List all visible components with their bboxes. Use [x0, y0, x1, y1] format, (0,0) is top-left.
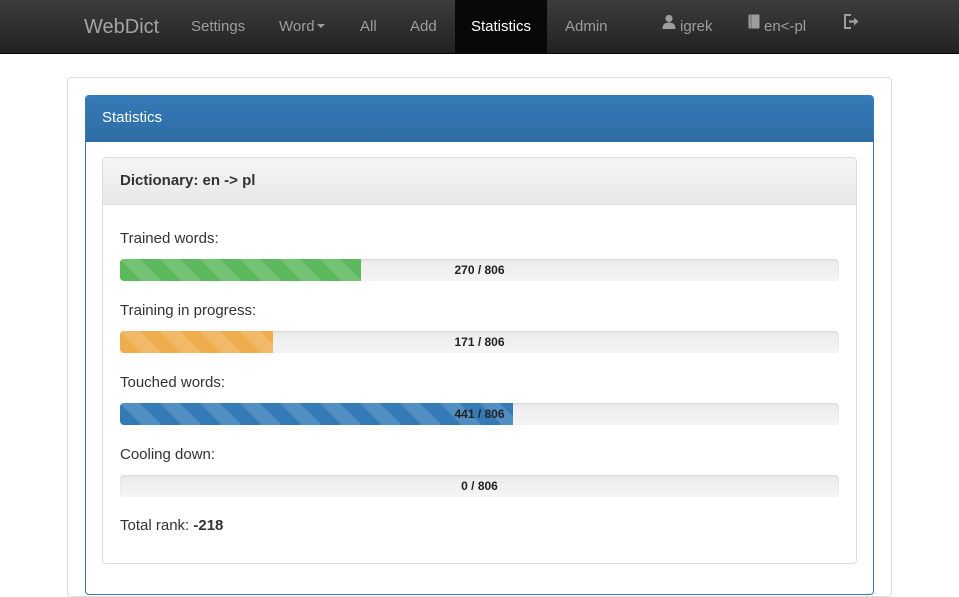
- trained-words-text: 270 / 806: [454, 263, 505, 277]
- dictionary-heading: Dictionary: en -> pl: [103, 158, 856, 205]
- nav-add[interactable]: Add: [410, 0, 437, 54]
- training-in-progress-progress: 171 / 806: [120, 331, 839, 353]
- caret-down-icon: [316, 24, 325, 29]
- nav-statistics[interactable]: Statistics: [455, 0, 548, 54]
- panel-title: Statistics: [86, 96, 873, 142]
- book-icon: [748, 0, 760, 52]
- logout-icon: [843, 0, 860, 52]
- total-rank-value: -218: [193, 517, 224, 534]
- training-in-progress-label: Training in progress:: [120, 302, 257, 319]
- nav-word-label: Word: [279, 18, 315, 35]
- total-rank: Total rank: -218: [120, 517, 223, 534]
- touched-words-progress: 441 / 806: [120, 403, 839, 425]
- cooling-down-label: Cooling down:: [120, 446, 216, 463]
- user-icon: [662, 0, 676, 52]
- touched-words-text: 441 / 806: [454, 407, 505, 421]
- cooling-down-text: 0 / 806: [461, 479, 498, 493]
- cooling-down-progress: 0 / 806: [120, 475, 839, 497]
- nav-user-label: igrek: [680, 18, 713, 35]
- navbar: WebDict Settings Word All Add Statistics…: [0, 0, 959, 54]
- nav-user[interactable]: igrek: [662, 0, 713, 54]
- touched-words-label: Touched words:: [120, 374, 226, 391]
- nav-settings[interactable]: Settings: [191, 0, 245, 54]
- nav-all[interactable]: All: [360, 0, 377, 54]
- nav-word-dropdown[interactable]: Word: [279, 0, 325, 54]
- trained-words-label: Trained words:: [120, 230, 219, 247]
- dictionary-panel: Dictionary: en -> pl: [102, 157, 857, 564]
- nav-dictionary[interactable]: en<-pl: [748, 0, 806, 54]
- nav-dictionary-label: en<-pl: [764, 18, 807, 35]
- brand-link[interactable]: WebDict: [84, 0, 159, 54]
- training-in-progress-text: 171 / 806: [454, 335, 505, 349]
- logout-button[interactable]: [843, 0, 864, 54]
- total-rank-label: Total rank:: [120, 517, 190, 534]
- trained-words-progress: 270 / 806: [120, 259, 839, 281]
- nav-admin[interactable]: Admin: [565, 0, 608, 54]
